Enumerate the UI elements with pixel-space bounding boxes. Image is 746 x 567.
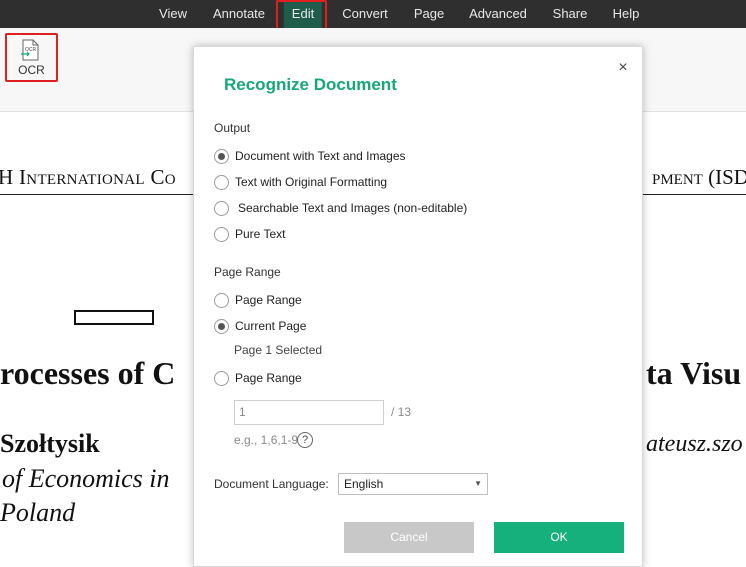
close-icon[interactable]: × [614,59,632,77]
doc-email: ateusz.szo [646,431,743,457]
menu-view[interactable]: View [159,0,187,28]
radio-icon[interactable] [214,174,229,190]
page-range-option-current[interactable]: Current Page [214,317,306,335]
output-section-label: Output [214,121,251,135]
doc-header-right: pment (ISD [652,165,746,189]
doc-title-right: ta Visu [646,355,742,391]
ocr-icon: OCR [21,39,39,61]
menu-edit[interactable]: Edit [283,0,323,28]
menu-convert[interactable]: Convert [342,0,388,28]
option-label: Document with Text and Images [235,149,406,163]
document-language-label: Document Language: [214,477,329,491]
page-range-option-all[interactable]: Page Range [214,291,302,309]
menu-page[interactable]: Page [414,0,444,28]
radio-icon[interactable] [214,292,229,308]
current-page-note: Page 1 Selected [234,343,323,357]
output-option-text-images[interactable]: Document with Text and Images [214,147,406,165]
page-range-input[interactable]: 1 [234,400,384,425]
language-value: English [344,477,384,491]
doc-empty-box [74,310,154,325]
radio-icon[interactable] [214,370,229,386]
help-icon[interactable]: ? [297,432,313,448]
option-label: Pure Text [235,227,286,241]
menu-help[interactable]: Help [613,0,640,28]
option-label: Page Range [235,293,302,307]
doc-title-left: rocesses of C [0,355,176,391]
option-label: Text with Original Formatting [235,175,388,189]
menu-advanced[interactable]: Advanced [469,0,527,28]
radio-icon[interactable] [214,318,229,334]
menu-annotate[interactable]: Annotate [213,0,265,28]
radio-icon[interactable] [214,200,229,216]
ocr-button[interactable]: OCR OCR [5,33,58,82]
radio-icon[interactable] [214,226,229,242]
ocr-label: OCR [18,63,45,77]
option-label: Searchable Text and Images (non-editable… [238,201,468,215]
output-option-pure-text[interactable]: Pure Text [214,225,285,243]
radio-icon[interactable] [214,148,229,164]
recognize-document-dialog: Recognize Document × Output Document wit… [193,46,643,567]
cancel-button[interactable]: Cancel [344,522,474,553]
option-label: Current Page [235,319,307,333]
page-total: / 13 [391,405,412,419]
page-range-section-label: Page Range [214,265,281,279]
output-option-original-formatting[interactable]: Text with Original Formatting [214,173,387,191]
option-label: Page Range [235,371,302,385]
document-language-select[interactable]: English ▼ [338,473,488,495]
output-option-searchable[interactable]: Searchable Text and Images (non-editable… [214,199,467,217]
dialog-title: Recognize Document [224,75,397,94]
menu-share[interactable]: Share [553,0,588,28]
ok-button[interactable]: OK [494,522,624,553]
doc-affiliation-2: Poland [0,498,76,527]
caret-down-icon: ▼ [474,479,482,488]
doc-affiliation-1: of Economics in [2,464,170,493]
top-menu-bar: View Annotate Edit Convert Page Advanced… [0,0,746,28]
page-range-example: e.g., 1,6,1-9 [234,433,299,447]
doc-header-left: H International Co [0,165,176,189]
doc-author: Szołtysik [0,429,100,458]
page-range-option-custom[interactable]: Page Range [214,369,302,387]
svg-text:OCR: OCR [25,47,37,53]
